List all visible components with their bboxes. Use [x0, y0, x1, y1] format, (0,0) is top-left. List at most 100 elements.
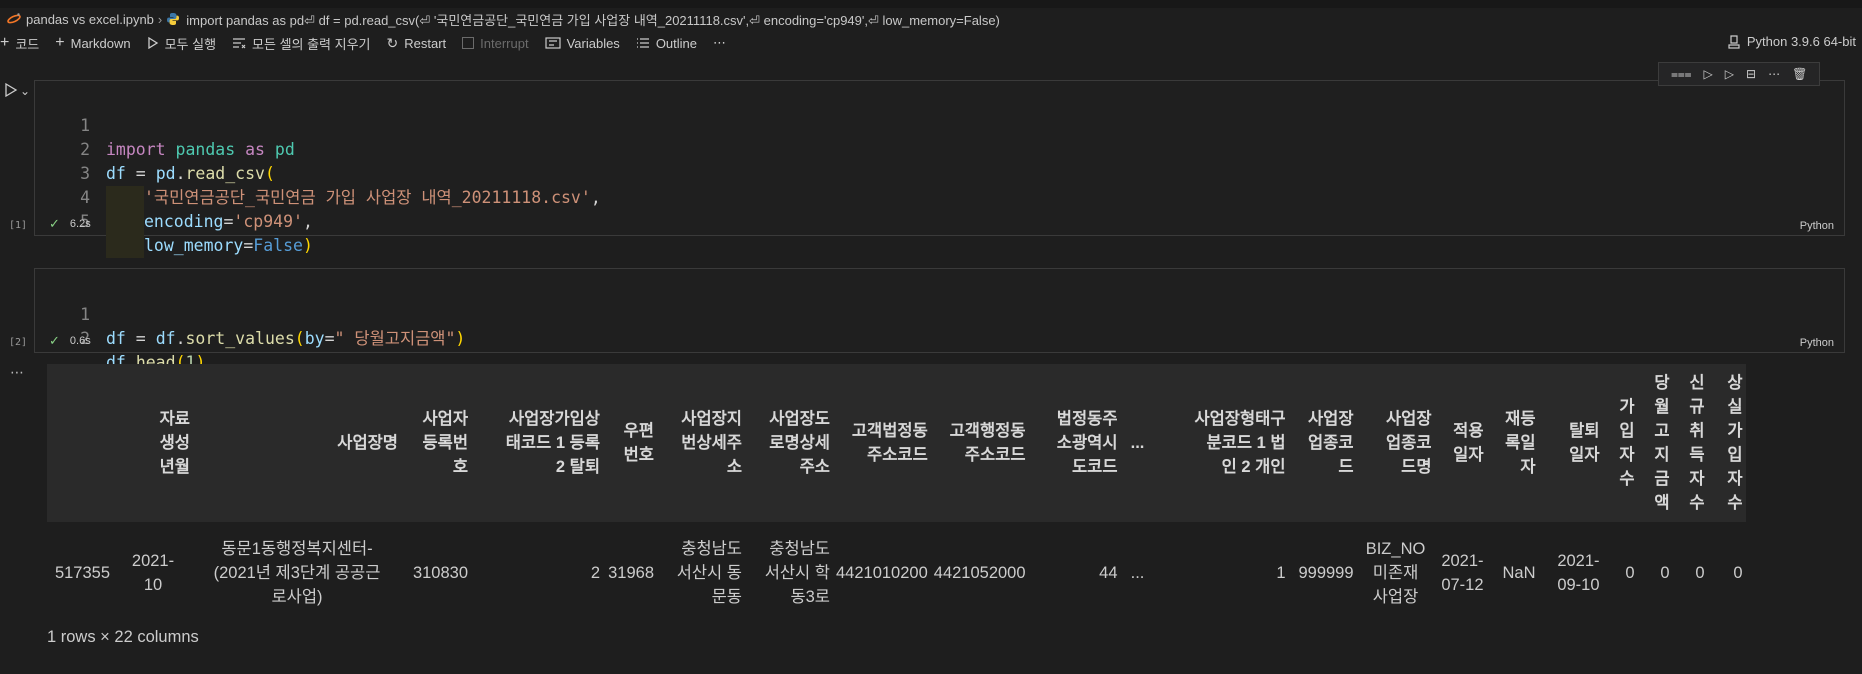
indent-guide — [106, 234, 144, 258]
cell-language[interactable]: Python — [1800, 220, 1834, 232]
clear-all-icon — [233, 38, 246, 49]
code-token: by — [304, 329, 325, 348]
split-cell-icon[interactable]: ⊟ — [1746, 67, 1756, 81]
table-cell: 2021- 10 — [131, 552, 175, 594]
column-header: 사업장 업종코 드 — [1288, 364, 1357, 522]
execution-time: 0.6s — [69, 335, 91, 347]
table-cell: 4421052000 — [933, 564, 1026, 582]
code-token: low_memory — [144, 236, 244, 255]
table-header-row: 자료 생성 년월 사업장명 사업자 등록번 호 사업장가입상 태코드 1 등록 2 탈… — [47, 364, 1746, 522]
table-cell: 999999 — [1298, 564, 1354, 582]
add-code-cell-button[interactable]: + 코드 — [0, 34, 39, 53]
kernel-label: Python 3.9.6 64-bit — [1746, 34, 1856, 49]
table-cell: 4421010200 — [836, 564, 928, 582]
chevron-right-icon: › — [157, 11, 163, 27]
ellipsis-icon: ⋯ — [713, 35, 727, 50]
check-icon: ✓ — [49, 333, 60, 348]
clear-all-outputs-label: 모든 셀의 출력 지우기 — [252, 36, 371, 52]
column-header: 재등 록일 자 — [1486, 364, 1539, 522]
code-cell-1[interactable]: 1 import pandas as pd 2 df = pd.read_csv… — [34, 80, 1845, 258]
restart-icon: ↻ — [386, 34, 399, 51]
column-header: 적용 일자 — [1434, 364, 1487, 522]
cell-status: ✓ 6.2s — [49, 216, 91, 232]
run-cell-icon[interactable] — [4, 83, 18, 97]
table-cell: 0 — [1625, 564, 1635, 582]
window-top-strip — [0, 0, 1862, 8]
more-actions-button[interactable]: ⋯ — [713, 35, 726, 51]
table-cell: 310830 — [412, 564, 468, 582]
execution-count: [2] — [9, 337, 28, 348]
stop-icon — [462, 37, 475, 49]
table-cell: 동문1동행정복지센터- (2021년 제3단계 공공근 로사업) — [213, 540, 381, 606]
list-icon — [636, 38, 649, 48]
column-header: 사업장도 로명상세 주소 — [745, 364, 833, 522]
code-cell-2[interactable]: 1 df = df.sort_values(by=" 당월고지금액") 2 df… — [34, 268, 1845, 373]
code-line: 3 '국민연금공단_국민연금 가입 사업장 내역_20211118.csv', — [35, 138, 1844, 210]
column-header — [47, 364, 113, 522]
restart-button[interactable]: ↻ Restart — [387, 35, 447, 52]
code-line: 2 df = pd.read_csv( — [35, 114, 1844, 183]
more-icon[interactable]: ⋯ — [1768, 67, 1780, 81]
code-line: 2 df.head(1) — [35, 303, 1844, 373]
table-cell: 0 — [1660, 564, 1670, 582]
run-by-line-icon[interactable]: ⩶ — [1671, 67, 1692, 82]
python-icon — [167, 13, 180, 25]
output-actions-icon[interactable]: ⋯ — [10, 364, 25, 381]
run-by-line-chevron-icon[interactable]: ⌄ — [20, 84, 30, 98]
table-cell: 충청남도 서산시 동 문동 — [676, 540, 742, 606]
trash-icon[interactable]: 🗑 — [1792, 67, 1807, 81]
table-cell: 44 — [1099, 564, 1118, 582]
kernel-picker[interactable]: Python 3.9.6 64-bit — [1727, 34, 1856, 49]
outline-button[interactable]: Outline — [636, 36, 697, 51]
kernel-icon — [1728, 34, 1740, 49]
code-token: df — [106, 329, 126, 348]
cell-language[interactable]: Python — [1800, 337, 1834, 349]
interrupt-button[interactable]: Interrupt — [462, 36, 529, 51]
code-token: ) — [302, 236, 313, 255]
outline-label: Outline — [655, 35, 698, 51]
breadcrumb-cell[interactable]: import pandas as pd⏎ df = pd.read_csv(⏎ … — [166, 10, 1000, 29]
code-line: 4 encoding='cp949', — [35, 162, 1844, 234]
code-line: 1 import pandas as pd — [35, 90, 1844, 159]
variables-button[interactable]: Variables — [544, 35, 620, 51]
variables-label: Variables — [566, 35, 620, 51]
column-header: ... — [1120, 364, 1155, 522]
code-line: 1 df = df.sort_values(by=" 당월고지금액") — [35, 279, 1844, 348]
table-cell: 2 — [590, 564, 600, 582]
column-header: 탈퇴 일자 — [1538, 364, 1603, 522]
column-header: 당 월 고 지 금 액 — [1637, 364, 1673, 522]
table-cell: BIZ_NO 미존재 사업장 — [1365, 540, 1426, 606]
variables-icon — [544, 37, 561, 49]
run-all-icon — [147, 37, 158, 49]
code-token: 'cp949' — [233, 212, 303, 231]
clear-all-outputs-button[interactable]: 모든 셀의 출력 지우기 — [232, 34, 371, 53]
table-cell: 2021- 07-12 — [1441, 552, 1484, 594]
column-header: 자료 생성 년월 — [113, 364, 193, 522]
column-header: 고객법정동 주소코드 — [833, 364, 931, 522]
column-header: 사업장 업종코 드명 — [1356, 364, 1435, 522]
code-token: False — [253, 236, 303, 255]
add-markdown-label: Markdown — [70, 35, 131, 51]
table-cell: 0 — [1733, 564, 1743, 582]
execute-above-icon[interactable]: ▷ — [1704, 67, 1713, 81]
plus-icon: + — [55, 34, 65, 51]
add-markdown-cell-button[interactable]: + Markdown — [55, 34, 131, 51]
plus-icon: + — [0, 34, 10, 51]
column-header: 가 입 자 수 — [1602, 364, 1638, 522]
indent-guide — [106, 210, 144, 234]
column-header: 사업장형태구 분코드 1 법 인 2 개인 — [1154, 364, 1289, 522]
execution-count: [1] — [9, 220, 28, 231]
jupyter-icon — [7, 13, 21, 24]
code-token: encoding — [144, 212, 224, 231]
notebook-toolbar: + 코드 + Markdown 모두 실행 모든 셀의 출력 지우기 ↻ Res… — [0, 32, 1862, 54]
table-cell: 충청남도 서산시 학 동3로 — [764, 540, 830, 606]
breadcrumb-file-label: pandas vs excel.ipynb — [26, 11, 154, 27]
run-all-button[interactable]: 모두 실행 — [147, 34, 216, 53]
check-icon: ✓ — [49, 216, 60, 231]
table-cell: NaN — [1502, 564, 1536, 582]
restart-label: Restart — [404, 35, 447, 51]
execute-below-icon[interactable]: ▷ — [1725, 67, 1734, 81]
breadcrumb-file[interactable]: pandas vs excel.ipynb — [0, 11, 154, 27]
dataframe-summary: 1 rows × 22 columns — [47, 628, 199, 646]
table-row: 517355 2021- 10 동문1동행정복지센터- (2021년 제3단계 공공… — [47, 522, 1746, 624]
